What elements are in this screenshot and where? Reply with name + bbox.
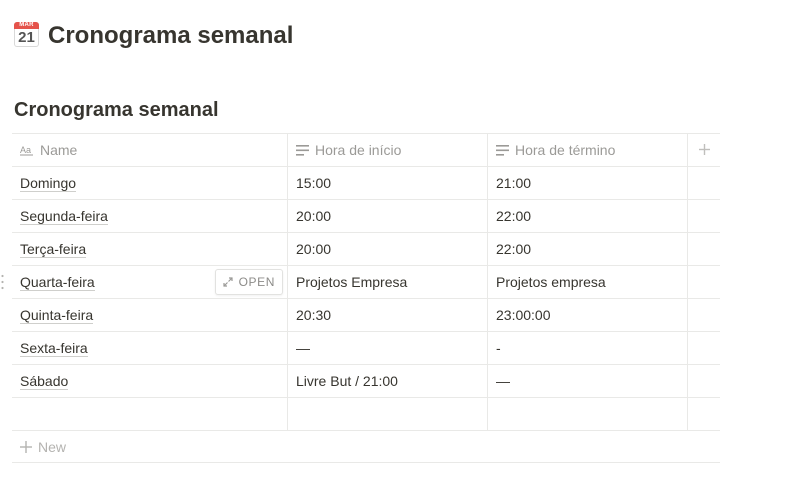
column-header-label: Hora de início <box>315 142 402 158</box>
table-row-empty[interactable] <box>12 397 720 430</box>
text-lines-icon <box>496 144 509 156</box>
expand-icon <box>222 277 233 287</box>
row-name[interactable]: Quarta-feira <box>20 274 95 291</box>
calendar-icon-month: MAR <box>14 21 39 29</box>
table-row[interactable]: Segunda-feira 20:00 22:00 <box>12 199 720 232</box>
end-time-cell[interactable]: 22:00 <box>488 233 688 265</box>
column-header-start[interactable]: Hora de início <box>288 134 488 166</box>
column-header-label: Hora de término <box>515 142 616 158</box>
empty-cell[interactable] <box>688 299 720 331</box>
column-header-name[interactable]: Aa Name <box>12 134 288 166</box>
table-row[interactable]: Quinta-feira 20:30 23:00:00 <box>12 298 720 331</box>
empty-cell[interactable] <box>688 332 720 364</box>
end-time-cell[interactable]: — <box>488 365 688 397</box>
open-button[interactable]: OPEN <box>214 269 283 295</box>
column-header-label: Name <box>40 142 78 158</box>
empty-cell[interactable] <box>688 398 720 430</box>
name-cell[interactable]: Sexta-feira <box>12 332 288 364</box>
new-row-label: New <box>38 438 67 455</box>
name-cell[interactable]: Terça-feira <box>12 233 288 265</box>
start-time-cell[interactable]: 20:00 <box>288 233 488 265</box>
name-cell[interactable]: Quinta-feira <box>12 299 288 331</box>
calendar-icon[interactable]: MAR 21 <box>14 21 39 47</box>
name-cell[interactable]: Sábado <box>12 365 288 397</box>
name-cell[interactable]: Domingo <box>12 167 288 199</box>
table-row[interactable]: Terça-feira 20:00 22:00 <box>12 232 720 265</box>
row-name[interactable]: Sábado <box>20 373 69 390</box>
open-button-label: OPEN <box>238 275 275 289</box>
column-header-end[interactable]: Hora de término <box>488 134 688 166</box>
empty-cell[interactable] <box>688 200 720 232</box>
end-time-cell[interactable]: 21:00 <box>488 167 688 199</box>
end-time-cell[interactable]: - <box>488 332 688 364</box>
svg-text:Aa: Aa <box>20 145 31 155</box>
database-title[interactable]: Cronograma semanal <box>14 99 219 122</box>
start-time-cell[interactable]: Projetos Empresa <box>288 266 488 298</box>
end-time-cell[interactable]: 23:00:00 <box>488 299 688 331</box>
end-time-cell[interactable]: 22:00 <box>488 200 688 232</box>
add-column-button[interactable] <box>688 134 720 166</box>
plus-icon <box>698 142 710 158</box>
end-time-cell[interactable]: Projetos empresa <box>488 266 688 298</box>
end-time-cell[interactable] <box>488 398 688 430</box>
row-name[interactable]: Domingo <box>20 175 77 192</box>
drag-handle-icon[interactable] <box>1 274 7 290</box>
empty-cell[interactable] <box>688 266 720 298</box>
name-cell[interactable]: Segunda-feira <box>12 200 288 232</box>
calendar-icon-day: 21 <box>18 28 35 46</box>
text-lines-icon <box>296 144 309 156</box>
table-header-row: Aa Name Hora de início Hora de término <box>12 133 720 166</box>
start-time-cell[interactable] <box>288 398 488 430</box>
empty-cell[interactable] <box>688 233 720 265</box>
row-name[interactable]: Quinta-feira <box>20 307 94 324</box>
table-row[interactable]: Domingo 15:00 21:00 <box>12 166 720 199</box>
empty-cell[interactable] <box>688 365 720 397</box>
start-time-cell[interactable]: — <box>288 332 488 364</box>
row-name[interactable]: Terça-feira <box>20 241 87 258</box>
name-cell[interactable]: Quarta-feira OPEN <box>12 266 288 298</box>
row-name[interactable]: Sexta-feira <box>20 340 88 357</box>
plus-icon <box>20 438 32 456</box>
page-title[interactable]: Cronograma semanal <box>48 22 293 50</box>
new-row-button[interactable]: New <box>12 430 720 463</box>
empty-cell[interactable] <box>688 167 720 199</box>
table-row[interactable]: Sábado Livre But / 21:00 — <box>12 364 720 397</box>
start-time-cell[interactable]: 20:00 <box>288 200 488 232</box>
table-row[interactable]: Sexta-feira — - <box>12 331 720 364</box>
start-time-cell[interactable]: Livre But / 21:00 <box>288 365 488 397</box>
page-header: MAR 21 Cronograma semanal <box>14 21 293 50</box>
name-cell[interactable] <box>12 398 288 430</box>
text-type-icon: Aa <box>20 144 34 156</box>
start-time-cell[interactable]: 20:30 <box>288 299 488 331</box>
table-row-hovered[interactable]: Quarta-feira OPEN Projetos Empresa Proje… <box>1 265 720 298</box>
start-time-cell[interactable]: 15:00 <box>288 167 488 199</box>
row-name[interactable]: Segunda-feira <box>20 208 108 225</box>
database-table: Aa Name Hora de início Hora de término D… <box>1 133 720 463</box>
